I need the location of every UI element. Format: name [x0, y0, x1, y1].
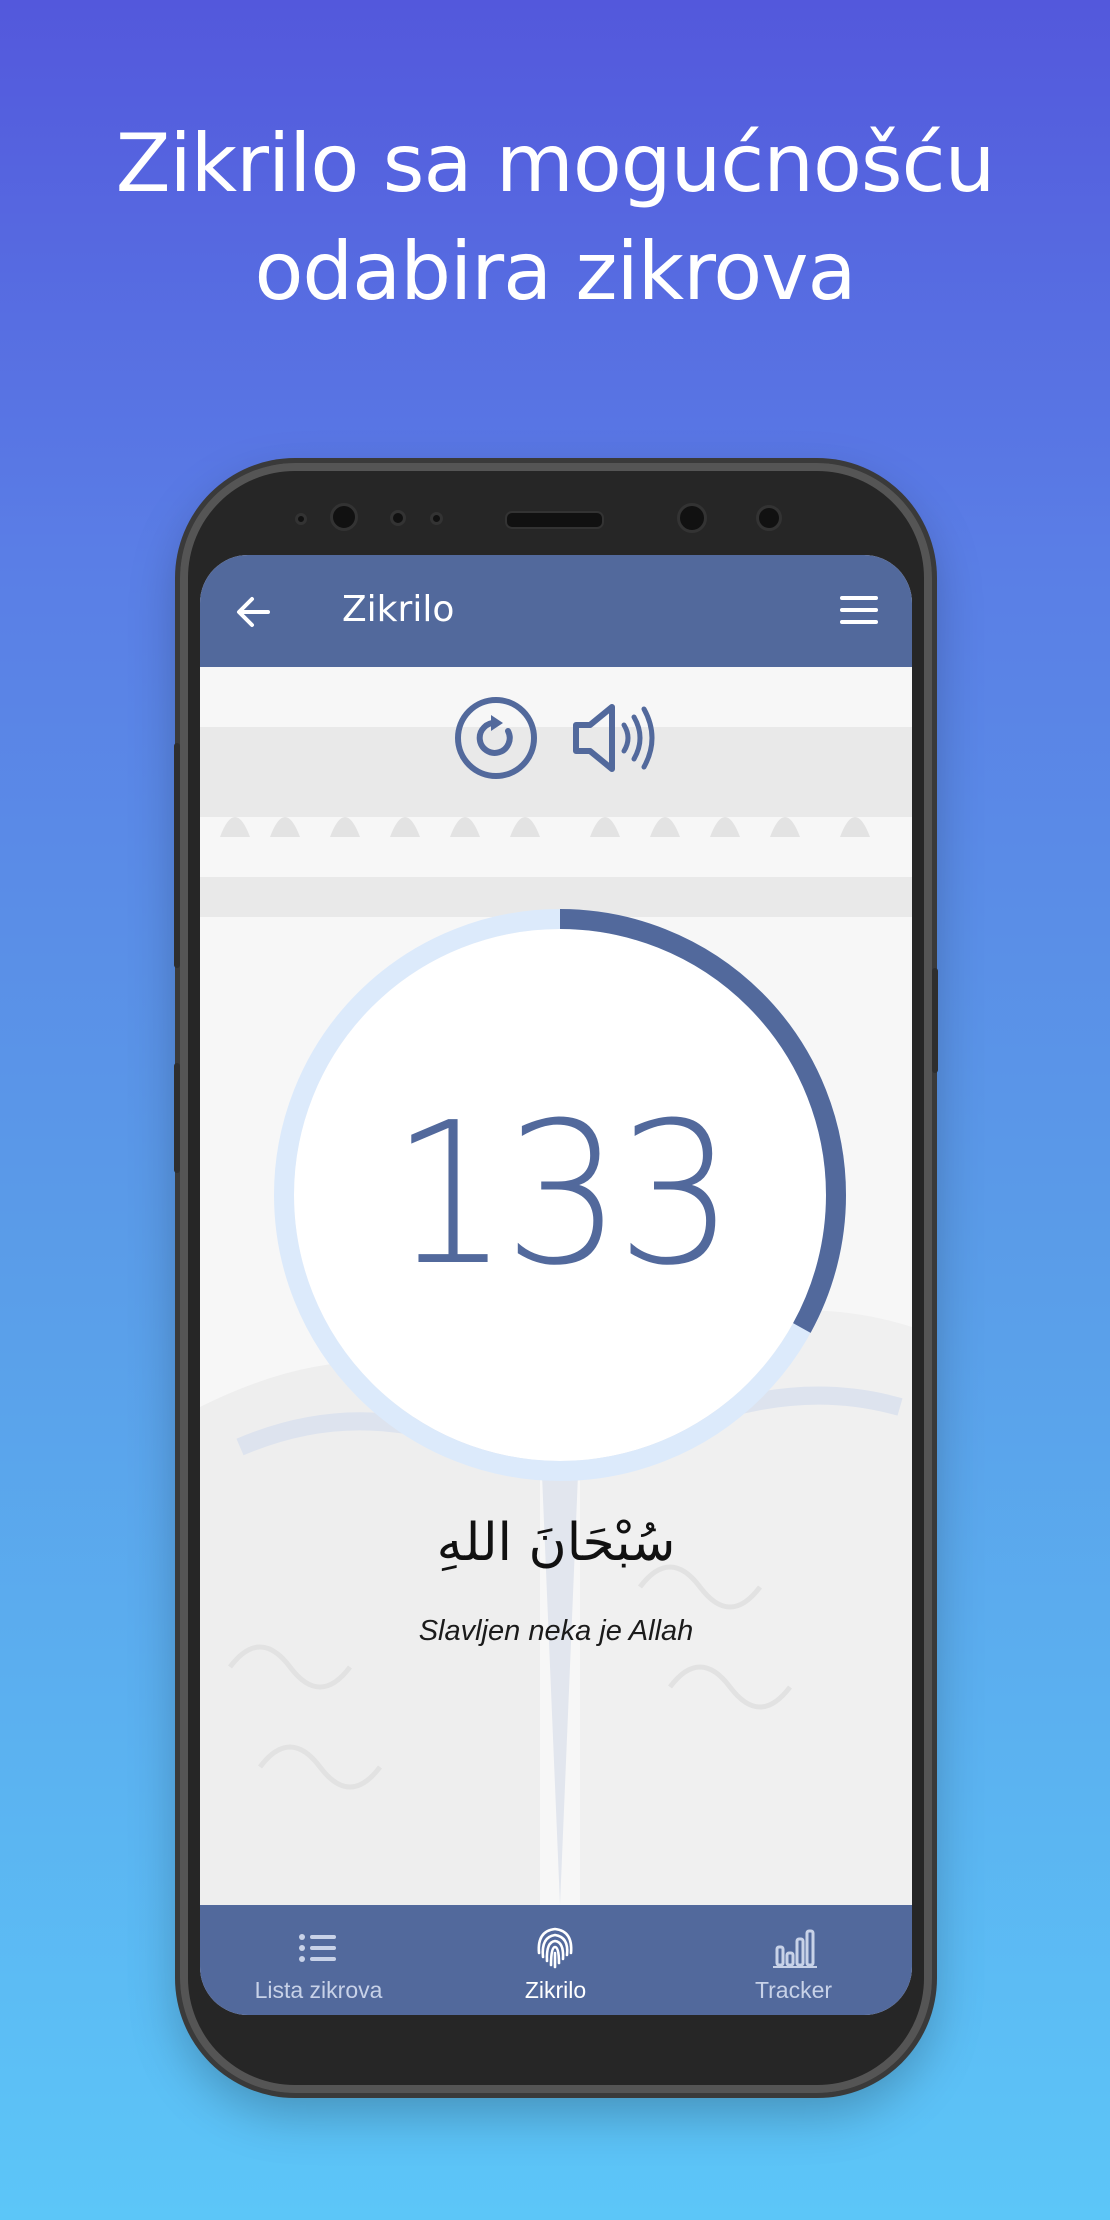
- list-icon: [299, 1934, 336, 1962]
- sensor-dot: [295, 513, 307, 525]
- front-camera: [330, 503, 358, 531]
- nav-tab-label: Zikrilo: [524, 1977, 587, 2003]
- fingerprint-icon: [537, 1927, 573, 1969]
- nav-tab-lista-zikrova[interactable]: Lista zikrova: [200, 1905, 437, 2015]
- headline-line-2: odabira zikrova: [254, 225, 856, 318]
- earpiece-speaker: [505, 511, 604, 529]
- sensor-dot: [430, 512, 443, 525]
- headline: Zikrilo sa mogućnošću odabira zikrova: [0, 110, 1110, 326]
- app-bar: Zikrilo: [200, 555, 912, 667]
- volume-up-button: [174, 743, 180, 968]
- dhikr-translation: Slavljen neka je Allah: [418, 1615, 694, 1647]
- nav-tab-zikrilo[interactable]: Zikrilo: [437, 1905, 674, 2015]
- app-screen: Zikrilo 133 سُبْحَانَ اللهِ Slavljen nek…: [200, 555, 912, 2015]
- bottom-navigation: Lista zikrova Zikrilo Tracker: [200, 1905, 912, 2015]
- refresh-icon[interactable]: [453, 695, 539, 781]
- hamburger-menu-icon[interactable]: [840, 593, 878, 627]
- dhikr-arabic-text: سُبْحَانَ اللهِ: [436, 1513, 676, 1573]
- sensor-dot: [390, 510, 406, 526]
- headline-line-1: Zikrilo sa mogućnošću: [115, 117, 996, 210]
- arrow-left-icon[interactable]: [232, 591, 274, 633]
- power-button: [932, 968, 938, 1073]
- phone-frame: Zikrilo 133 سُبْحَانَ اللهِ Slavljen nek…: [174, 463, 938, 2093]
- bar-chart-icon: [773, 1929, 817, 1968]
- app-title: Zikrilo: [342, 589, 455, 630]
- iris-scanner: [677, 503, 707, 533]
- counter-value: 133: [390, 1081, 735, 1309]
- volume-down-button: [174, 1063, 180, 1173]
- nav-tab-tracker[interactable]: Tracker: [675, 1905, 912, 2015]
- speaker-volume-icon[interactable]: [570, 695, 662, 781]
- proximity-sensor: [756, 505, 782, 531]
- nav-tab-label: Tracker: [754, 1977, 833, 2003]
- nav-tab-label: Lista zikrova: [254, 1977, 383, 2003]
- counter-button[interactable]: 133: [270, 905, 850, 1485]
